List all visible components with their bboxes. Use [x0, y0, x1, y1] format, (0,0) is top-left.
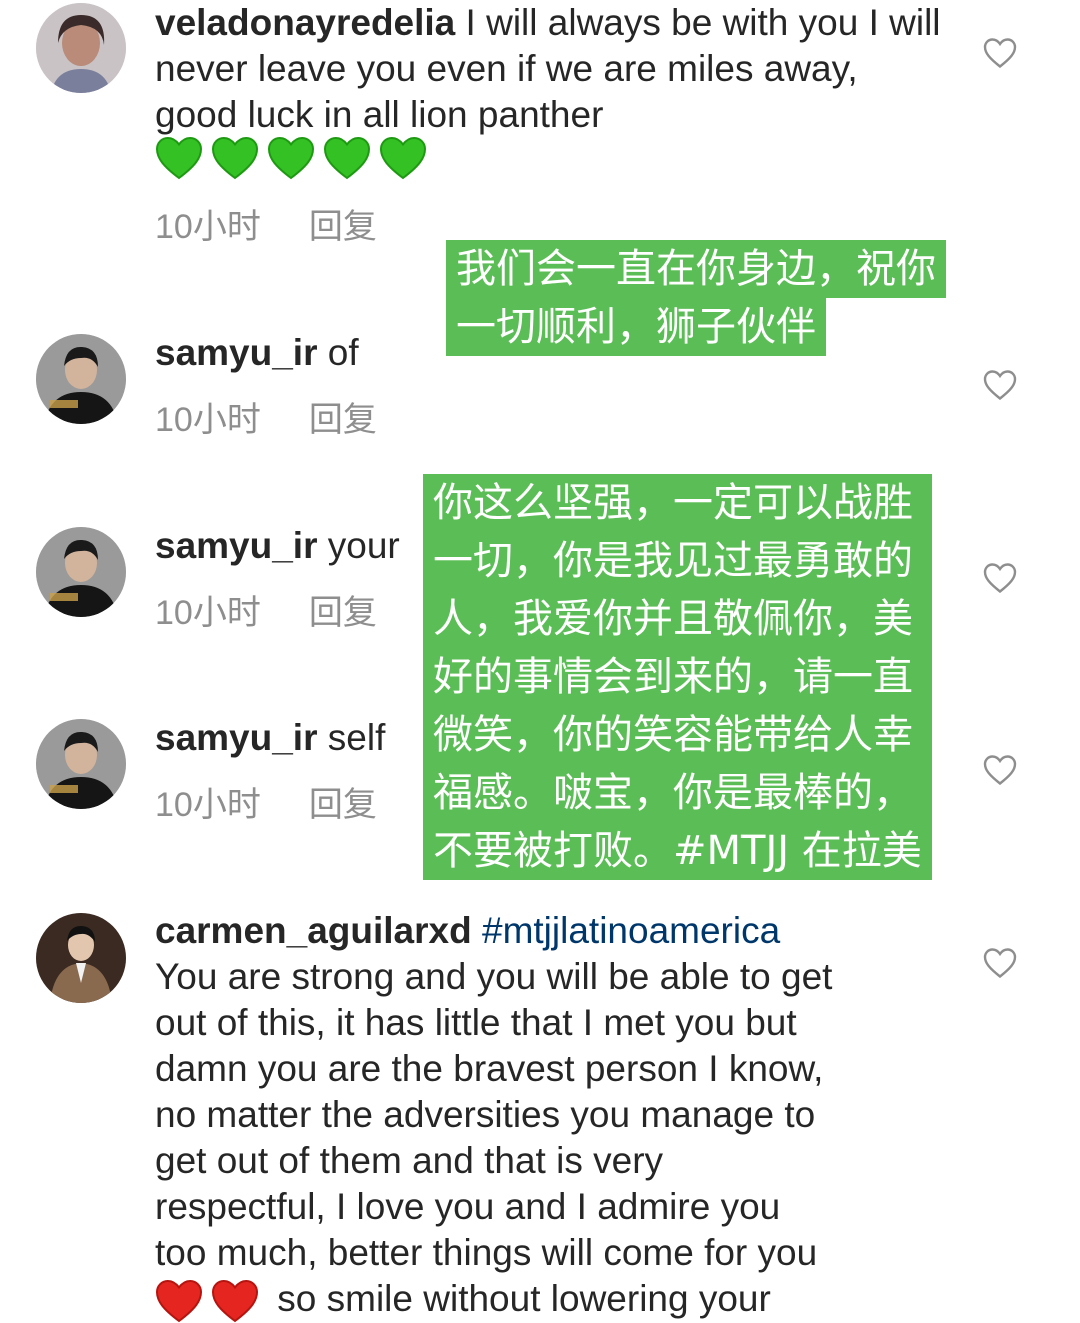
avatar[interactable] — [36, 719, 126, 809]
comment-line: You are strong and you will be able to g… — [155, 956, 833, 997]
translation-overlay: 我们会一直在你身边，祝你 一切顺利，狮子伙伴 — [446, 240, 946, 356]
red-heart-icon — [211, 1280, 259, 1323]
translation-line: 不要被打败。#MTJJ 在拉美 — [423, 822, 932, 880]
green-heart-icon — [323, 136, 371, 180]
translation-line: 一切顺利，狮子伙伴 — [446, 298, 826, 356]
comment-last-line: so smile without lowering your — [155, 1276, 955, 1323]
comment-meta: 10小时 回复 — [155, 593, 377, 633]
avatar[interactable] — [36, 3, 126, 93]
reply-button[interactable]: 回复 — [309, 207, 377, 247]
translation-line: 好的事情会到来的，请一直 — [423, 648, 932, 706]
comment-meta: 10小时 回复 — [155, 207, 377, 247]
reply-button[interactable]: 回复 — [309, 593, 377, 633]
hashtag-link[interactable]: #mtjjlatinoamerica — [482, 910, 780, 951]
like-heart-icon[interactable] — [982, 753, 1018, 787]
comment-username[interactable]: samyu_ir — [155, 717, 318, 758]
emoji-row — [155, 136, 435, 180]
translation-line: 我们会一直在你身边，祝你 — [446, 240, 946, 298]
comment-username[interactable]: veladonayredelia — [155, 2, 455, 43]
green-heart-icon — [379, 136, 427, 180]
comment-time: 10小时 — [155, 594, 261, 632]
avatar[interactable] — [36, 913, 126, 1003]
comment-meta: 10小时 回复 — [155, 785, 377, 825]
translation-overlay: 你这么坚强，一定可以战胜 一切，你是我见过最勇敢的 人，我爱你并且敬佩你，美 好… — [423, 474, 932, 880]
comment-time: 10小时 — [155, 208, 261, 246]
comment-text: samyu_ir your — [155, 523, 400, 569]
comment-body: self — [317, 717, 386, 758]
comment-body: of — [317, 332, 359, 373]
red-heart-icon — [155, 1280, 203, 1323]
like-heart-icon[interactable] — [982, 946, 1018, 980]
comment-username[interactable]: samyu_ir — [155, 525, 318, 566]
like-heart-icon[interactable] — [982, 368, 1018, 402]
comment-text: samyu_ir of — [155, 330, 359, 376]
comment-line: damn you are the bravest person I know, — [155, 1048, 824, 1089]
like-heart-icon[interactable] — [982, 561, 1018, 595]
comment-line: no matter the adversities you manage to — [155, 1094, 816, 1135]
comment-line: out of this, it has little that I met yo… — [155, 1002, 797, 1043]
avatar[interactable] — [36, 527, 126, 617]
comment-time: 10小时 — [155, 401, 261, 439]
comment-line: too much, better things will come for yo… — [155, 1232, 818, 1273]
reply-button[interactable]: 回复 — [309, 400, 377, 440]
translation-line: 一切，你是我见过最勇敢的 — [423, 532, 932, 590]
avatar[interactable] — [36, 334, 126, 424]
comment-line: so smile without lowering your — [277, 1278, 771, 1319]
translation-line: 人，我爱你并且敬佩你，美 — [423, 590, 932, 648]
comment-line: get out of them and that is very — [155, 1140, 664, 1181]
comment-username[interactable]: carmen_aguilarxd — [155, 910, 472, 951]
comment-text: samyu_ir self — [155, 715, 385, 761]
comment-text: veladonayredelia I will always be with y… — [155, 0, 945, 138]
comment-meta: 10小时 回复 — [155, 400, 377, 440]
comment-time: 10小时 — [155, 786, 261, 824]
reply-button[interactable]: 回复 — [309, 785, 377, 825]
translation-line: 微笑，你的笑容能带给人幸 — [423, 706, 932, 764]
translation-line: 福感。啵宝，你是最棒的， — [423, 764, 932, 822]
green-heart-icon — [155, 136, 203, 180]
green-heart-icon — [211, 136, 259, 180]
comment-line: respectful, I love you and I admire you — [155, 1186, 781, 1227]
like-heart-icon[interactable] — [982, 36, 1018, 70]
translation-line: 你这么坚强，一定可以战胜 — [423, 474, 932, 532]
comment-username[interactable]: samyu_ir — [155, 332, 318, 373]
green-heart-icon — [267, 136, 315, 180]
comment-text: carmen_aguilarxd #mtjjlatinoamerica You … — [155, 908, 955, 1323]
comment-body: your — [317, 525, 400, 566]
